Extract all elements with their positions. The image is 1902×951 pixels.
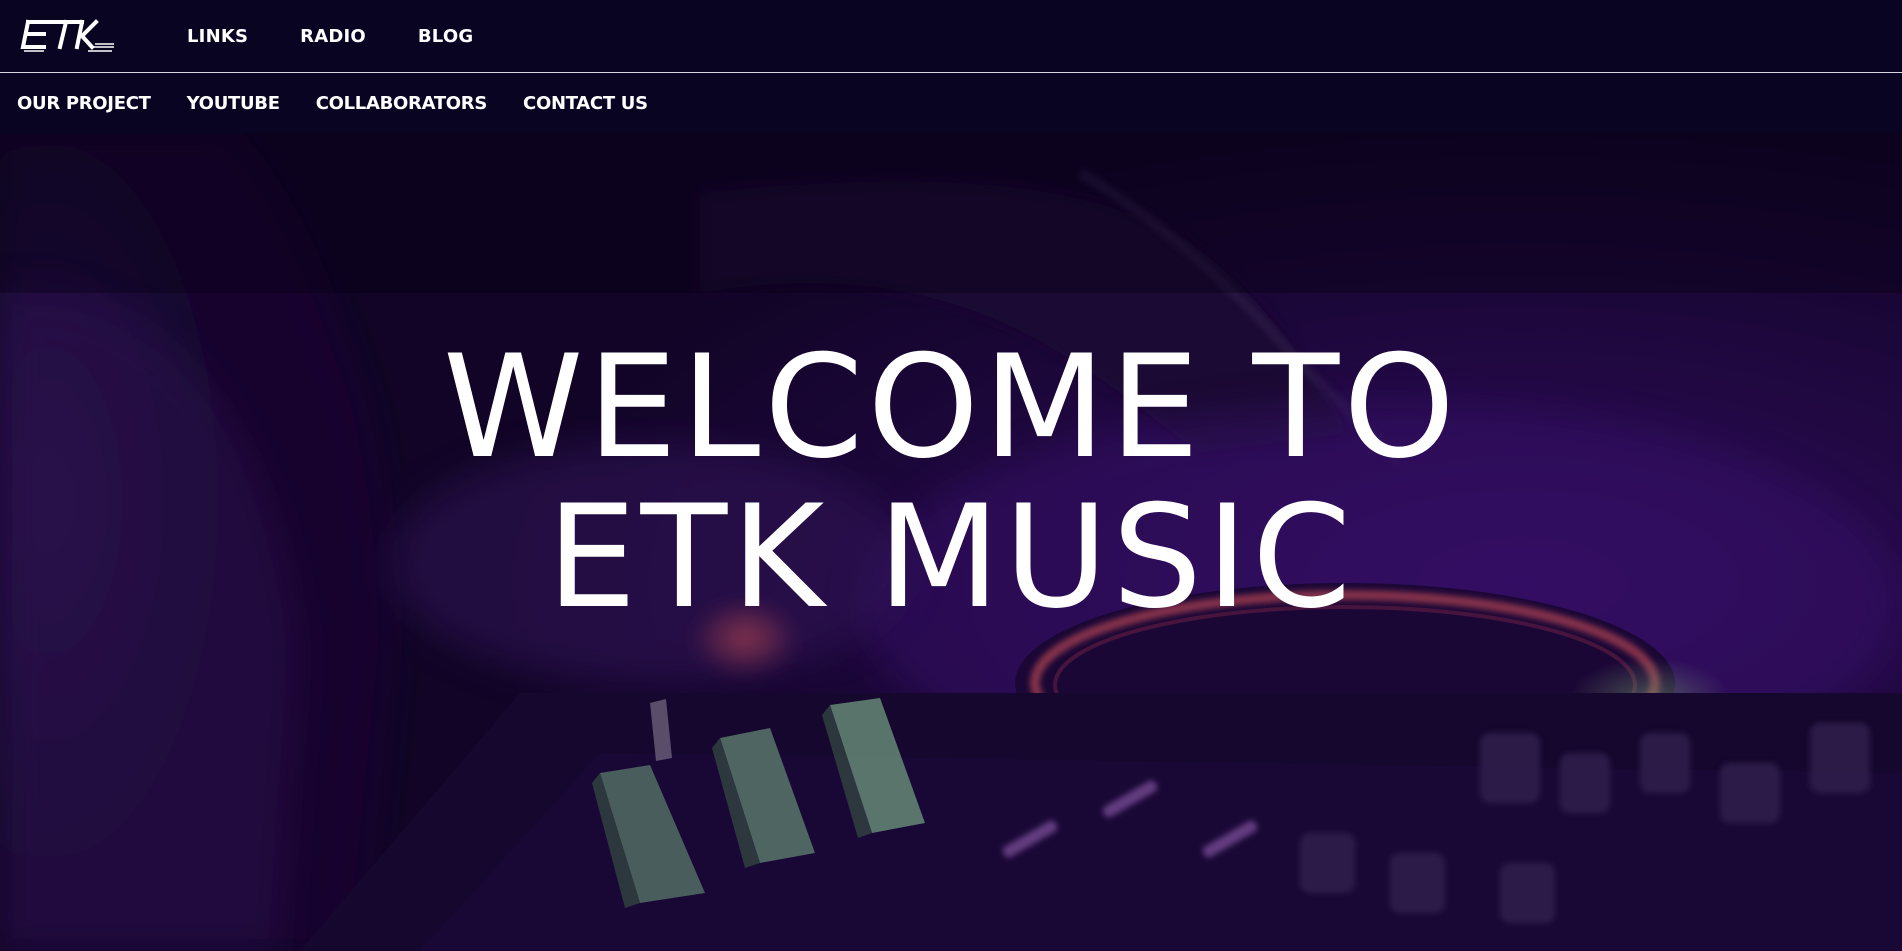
primary-nav: LINKS RADIO BLOG xyxy=(187,0,525,73)
hero-title: WELCOME TO ETK MUSIC xyxy=(0,333,1902,633)
nav-link-radio[interactable]: RADIO xyxy=(300,26,366,47)
hero-title-line-2: ETK MUSIC xyxy=(546,475,1356,640)
nav-link-our-project[interactable]: OUR PROJECT xyxy=(17,93,151,114)
secondary-nav: OUR PROJECT YOUTUBE COLLABORATORS CONTAC… xyxy=(0,73,1902,133)
hero-title-line-1: WELCOME TO xyxy=(442,325,1460,490)
page: LINKS RADIO BLOG OUR PROJECT YOUTUBE COL… xyxy=(0,0,1902,951)
nav-link-links[interactable]: LINKS xyxy=(187,26,248,47)
etk-logo[interactable] xyxy=(20,14,116,56)
nav-link-youtube[interactable]: YOUTUBE xyxy=(187,93,280,114)
hero-section: WELCOME TO ETK MUSIC xyxy=(0,133,1902,951)
nav-link-blog[interactable]: BLOG xyxy=(418,26,473,47)
nav-link-collaborators[interactable]: COLLABORATORS xyxy=(316,93,488,114)
top-navigation-bar: LINKS RADIO BLOG xyxy=(0,0,1902,73)
etk-logo-mark xyxy=(20,19,114,52)
nav-link-contact-us[interactable]: CONTACT US xyxy=(523,93,648,114)
